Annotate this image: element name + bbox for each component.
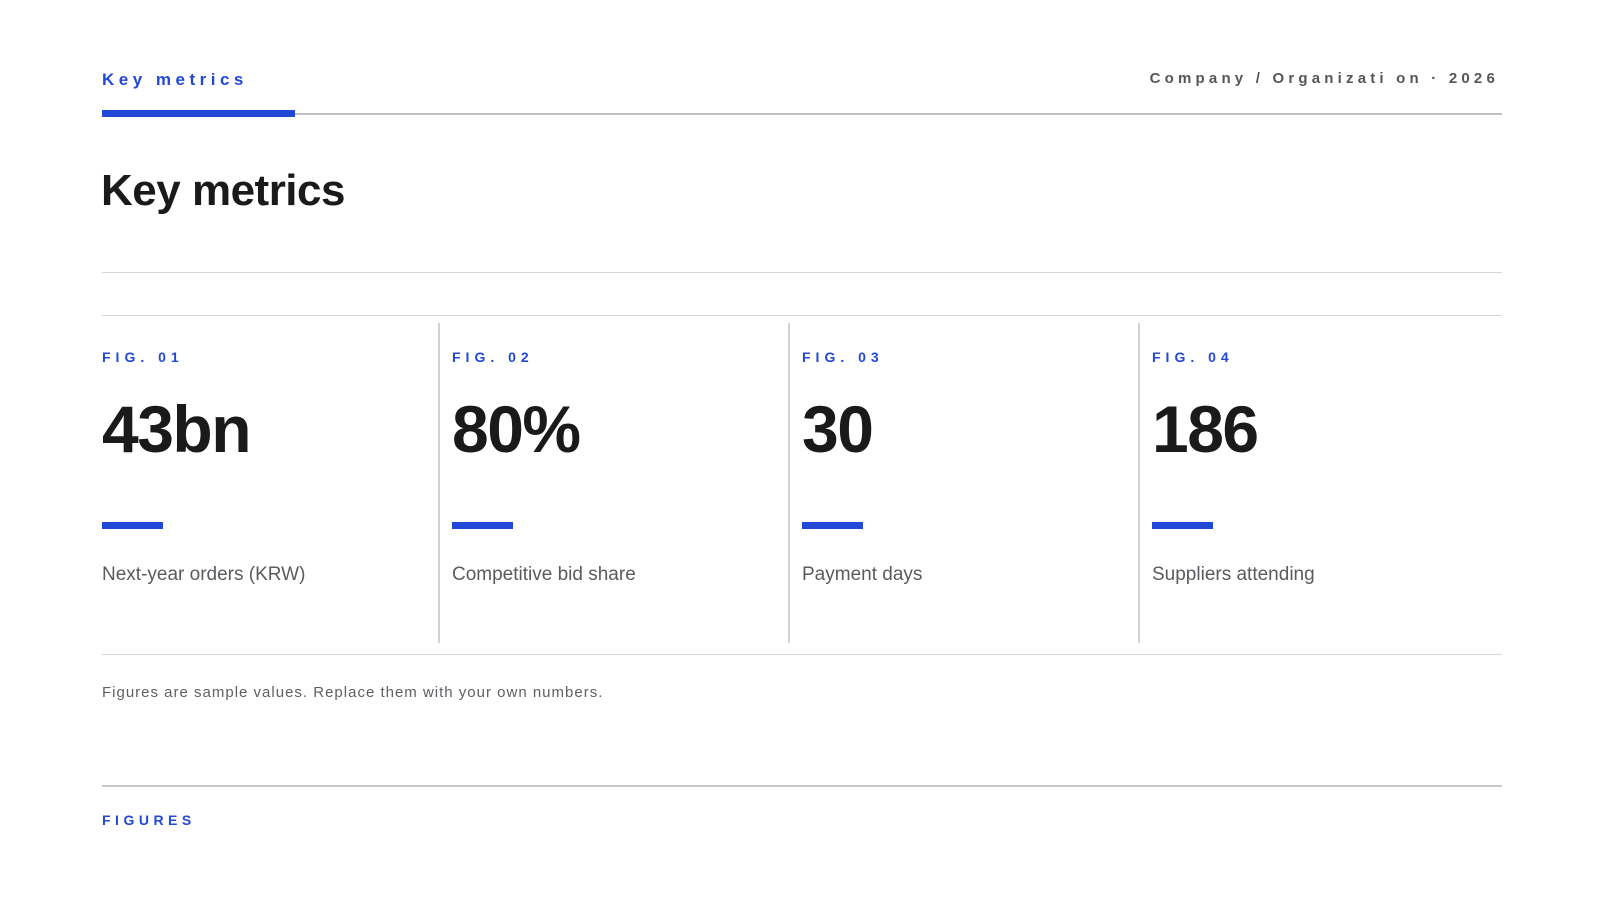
- metrics-bottom-divider: [102, 654, 1502, 655]
- metric-card: FIG. 01 43bn Next-year orders (KRW): [102, 323, 432, 643]
- metric-value: 80%: [452, 392, 581, 466]
- title-divider: [102, 272, 1502, 273]
- metric-value: 43bn: [102, 392, 252, 466]
- metric-accent-bar: [802, 522, 863, 529]
- metric-label: Payment days: [802, 564, 923, 585]
- metric-fig-label: FIG. 04: [1152, 349, 1234, 365]
- metric-accent-bar: [452, 522, 513, 529]
- page-title: Key metrics: [101, 166, 345, 215]
- metric-value: 30: [802, 392, 874, 466]
- metric-accent-bar: [1152, 522, 1213, 529]
- footer-divider: [102, 785, 1502, 787]
- metric-fig-label: FIG. 01: [102, 349, 184, 365]
- footnote: Figures are sample values. Replace them …: [102, 684, 604, 701]
- metric-card: FIG. 04 186 Suppliers attending: [1138, 323, 1504, 643]
- metrics-top-divider: [102, 315, 1502, 316]
- metric-value: 186: [1152, 392, 1259, 466]
- metric-label: Suppliers attending: [1152, 564, 1315, 585]
- metric-fig-label: FIG. 03: [802, 349, 884, 365]
- metric-label: Competitive bid share: [452, 564, 636, 585]
- metrics-grid: FIG. 01 43bn Next-year orders (KRW) FIG.…: [102, 323, 1502, 643]
- footer-label: FIGURES: [102, 812, 196, 828]
- metric-fig-label: FIG. 02: [452, 349, 534, 365]
- metric-accent-bar: [102, 522, 163, 529]
- metric-label: Next-year orders (KRW): [102, 564, 306, 585]
- section-eyebrow: Key metrics: [102, 70, 248, 89]
- metric-card: FIG. 03 30 Payment days: [788, 323, 1130, 643]
- metric-card: FIG. 02 80% Competitive bid share: [438, 323, 780, 643]
- header-divider: [102, 113, 1502, 115]
- header-accent-bar: [102, 110, 295, 117]
- company-year-label: Company / Organizati on · 2026: [1149, 70, 1499, 87]
